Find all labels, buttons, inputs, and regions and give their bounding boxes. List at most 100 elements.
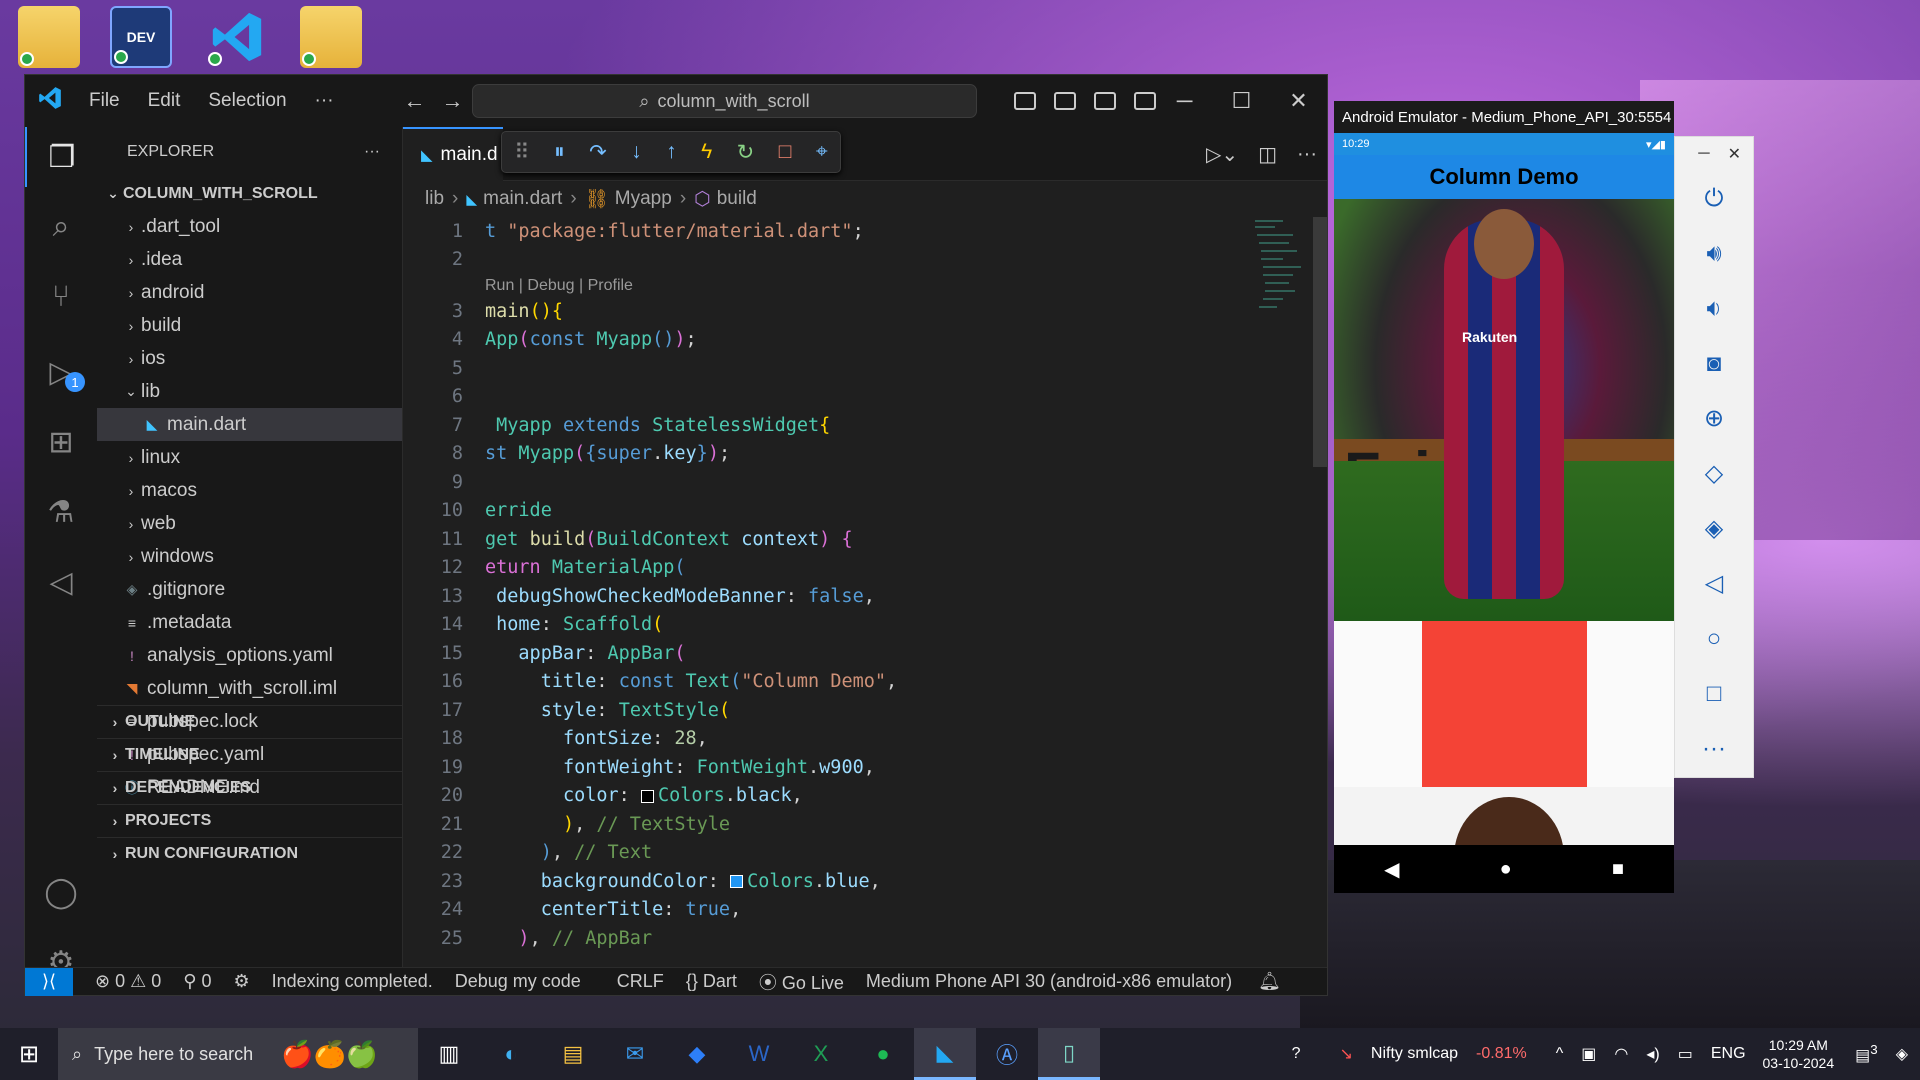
restart-icon[interactable]: ↻ <box>737 140 755 165</box>
back-arrow-icon[interactable]: ← <box>396 88 434 114</box>
section-projects[interactable]: › PROJECTS <box>97 804 402 837</box>
tree-item[interactable]: › android <box>97 276 402 309</box>
codelens-run-debug-profile[interactable]: Run | Debug | Profile <box>403 274 1287 297</box>
eol-status[interactable]: CRLF <box>617 971 664 992</box>
spotify-icon[interactable]: ● <box>852 1028 914 1080</box>
code-line[interactable]: 12 eturn MaterialApp( <box>403 554 1287 583</box>
volume-up-icon[interactable]: 🔊︎ <box>1675 226 1753 281</box>
home-icon[interactable]: ○ <box>1675 611 1753 666</box>
code-editor[interactable]: 1 t "package:flutter/material.dart"; 2 Run … <box>403 217 1287 967</box>
menu-edit[interactable]: Edit <box>134 90 195 112</box>
code-line[interactable]: 25 ), // AppBar <box>403 924 1287 953</box>
testing-icon[interactable]: ⚗ <box>25 482 97 542</box>
file-explorer-icon[interactable]: ▤ <box>542 1028 604 1080</box>
command-center-search[interactable]: ⌕ column_with_scroll <box>472 84 977 118</box>
source-control-icon[interactable]: ⑂ <box>25 267 97 327</box>
excel-icon[interactable]: X <box>790 1028 852 1080</box>
explorer-icon[interactable]: ❐ <box>25 127 97 187</box>
code-line[interactable]: 23 backgroundColor: Colors.blue, <box>403 867 1287 896</box>
split-editor-icon[interactable]: ◫ <box>1258 142 1277 167</box>
run-debug-dropdown-icon[interactable]: ▷⌄ <box>1206 142 1238 167</box>
account-icon[interactable]: ◯ <box>25 862 97 922</box>
code-line[interactable]: 8 st Myapp({super.key}); <box>403 440 1287 469</box>
desktop-user-folder-icon[interactable] <box>18 6 80 68</box>
code-line[interactable]: 13 debugShowCheckedModeBanner: false, <box>403 582 1287 611</box>
taskbar-clock[interactable]: 10:29 AM 03-10-2024 <box>1763 1036 1835 1072</box>
back-icon[interactable]: ◁ <box>1675 556 1753 611</box>
search-activity-icon[interactable]: ⌕ <box>25 197 97 257</box>
hot-reload-icon[interactable]: ϟ <box>701 140 712 164</box>
tree-item[interactable]: ≡ .metadata <box>97 606 402 639</box>
volume-down-icon[interactable]: 🔉︎ <box>1675 281 1753 336</box>
desktop-vscode-icon[interactable] <box>206 6 268 68</box>
emulator-minimize-icon[interactable]: ─ <box>1698 145 1709 163</box>
tree-item[interactable]: › .idea <box>97 243 402 276</box>
android-back-icon[interactable]: ◀ <box>1384 857 1399 882</box>
language-indicator[interactable]: ENG <box>1711 1045 1746 1063</box>
tree-item[interactable]: › macos <box>97 474 402 507</box>
tree-item[interactable]: › web <box>97 507 402 540</box>
tree-item[interactable]: › .dart_tool <box>97 210 402 243</box>
breadcrumb-class[interactable]: Myapp <box>615 188 672 210</box>
step-into-icon[interactable]: ↓ <box>631 140 642 164</box>
menu-more[interactable]: ··· <box>301 90 348 112</box>
overview-icon[interactable]: □ <box>1675 666 1753 721</box>
minimize-button[interactable]: ─ <box>1156 88 1213 114</box>
emulator-screen[interactable]: 10:29 ▾◢▮ Column Demo Fair Rakuten ◀ ● ■ <box>1334 133 1674 893</box>
breadcrumb-file[interactable]: main.dart <box>483 188 562 210</box>
power-icon[interactable]: ⏻ <box>1675 171 1753 226</box>
step-over-icon[interactable]: ↷ <box>589 140 607 165</box>
code-line[interactable]: 15 appBar: AppBar( <box>403 639 1287 668</box>
code-line[interactable]: 3 main(){ <box>403 297 1287 326</box>
code-line[interactable]: 4 App(const Myapp()); <box>403 326 1287 355</box>
tree-item[interactable]: ◈ .gitignore <box>97 573 402 606</box>
tree-item[interactable]: › ios <box>97 342 402 375</box>
tree-item[interactable]: ◥ column_with_scroll.iml <box>97 672 402 705</box>
rotate-right-icon[interactable]: ◈ <box>1675 501 1753 556</box>
extensions-icon[interactable]: ⊞ <box>25 412 97 472</box>
menu-file[interactable]: File <box>75 90 134 112</box>
desktop-devcpp-icon[interactable]: DEV <box>110 6 172 68</box>
code-line[interactable]: 21 ), // TextStyle <box>403 810 1287 839</box>
toggle-primary-sidebar-icon[interactable] <box>1014 92 1036 110</box>
device-status[interactable]: Medium Phone API 30 (android-x86 emulato… <box>866 971 1232 992</box>
widget-inspector-icon[interactable]: ⌖ <box>816 140 828 164</box>
android-studio-icon[interactable]: Ⓐ <box>976 1028 1038 1080</box>
code-line[interactable]: 9 <box>403 468 1287 497</box>
minimap[interactable] <box>1253 217 1313 327</box>
code-line[interactable]: 10 erride <box>403 497 1287 526</box>
show-hidden-icons-icon[interactable]: ^ <box>1556 1045 1564 1063</box>
desktop-folder-icon[interactable] <box>300 6 362 68</box>
windows-start-icon[interactable]: ⊞ <box>0 1040 58 1069</box>
battery-icon[interactable]: ▭ <box>1678 1044 1693 1064</box>
debug-target-icon[interactable]: ⚙ <box>233 971 249 992</box>
tree-item[interactable]: › linux <box>97 441 402 474</box>
editor-scrollbar[interactable] <box>1313 217 1327 467</box>
notifications-bell-icon[interactable]: 🔔︎ <box>1258 971 1281 992</box>
edge-icon[interactable]: ◐ <box>480 1028 542 1080</box>
emulator-taskbar-icon[interactable]: ▯ <box>1038 1028 1100 1080</box>
dropbox-icon[interactable]: ◆ <box>666 1028 728 1080</box>
toggle-secondary-sidebar-icon[interactable] <box>1094 92 1116 110</box>
code-line[interactable]: 2 <box>403 246 1287 275</box>
explorer-root-folder[interactable]: ⌄ COLUMN_WITH_SCROLL <box>97 177 402 210</box>
taskbar-search[interactable]: ⌕ Type here to search 🍎🍊🍏 <box>58 1028 418 1080</box>
tab-main-dart[interactable]: ◣ main.d <box>403 127 503 181</box>
code-line[interactable]: 7 Myapp extends StatelessWidget{ <box>403 411 1287 440</box>
meet-icon[interactable]: ▣ <box>1581 1044 1596 1064</box>
editor-more-icon[interactable]: ··· <box>1297 143 1317 166</box>
mail-icon[interactable]: ✉ <box>604 1028 666 1080</box>
camera-icon[interactable]: ◙ <box>1675 336 1753 391</box>
forward-arrow-icon[interactable]: → <box>434 88 472 114</box>
section-outline[interactable]: › OUTLINE <box>97 705 402 738</box>
code-line[interactable]: 11 get build(BuildContext context) { <box>403 525 1287 554</box>
code-line[interactable]: 22 ), // Text <box>403 839 1287 868</box>
tree-item[interactable]: ⌄ lib <box>97 375 402 408</box>
tree-item[interactable]: › windows <box>97 540 402 573</box>
help-icon[interactable]: ? <box>1292 1045 1301 1063</box>
drag-handle-icon[interactable]: ⠿ <box>514 140 529 165</box>
vscode-taskbar-icon[interactable]: ◣ <box>914 1028 976 1080</box>
run-debug-icon[interactable]: ▷ 1 <box>25 342 97 402</box>
go-live-button[interactable]: ⦿ Go Live <box>759 969 844 995</box>
customize-layout-icon[interactable] <box>1134 92 1156 110</box>
